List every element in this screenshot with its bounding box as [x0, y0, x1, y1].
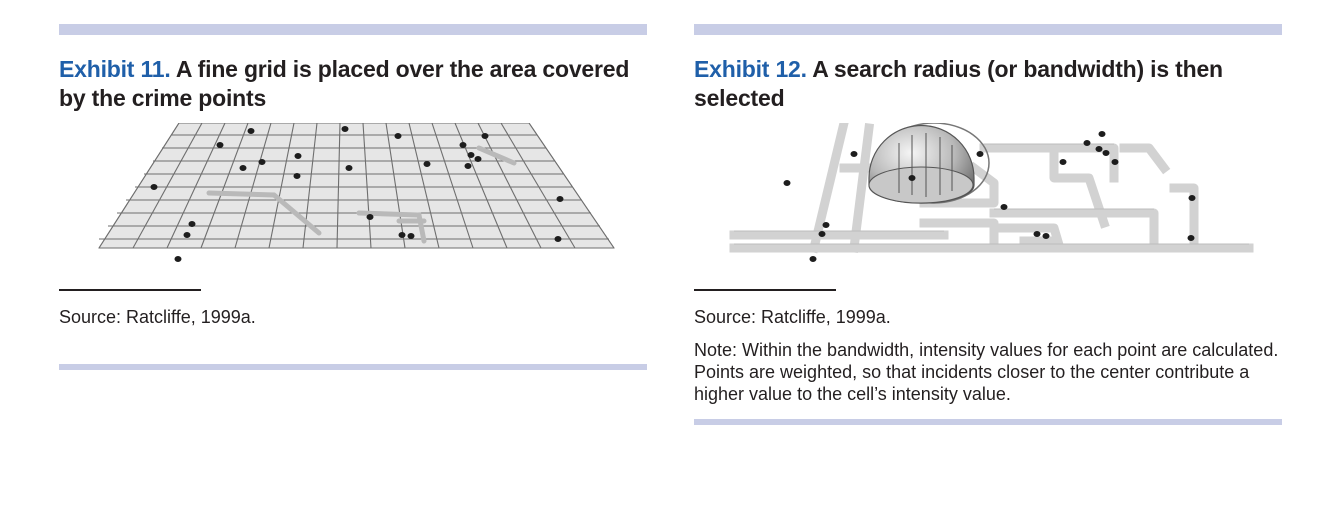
exhibit-11-source: Source: Ratcliffe, 1999a.: [59, 306, 256, 327]
bandwidth-map-svg: [729, 123, 1254, 262]
bottom-rule: [59, 363, 647, 370]
source-divider: [694, 289, 836, 291]
exhibit-11-title: Exhibit 11. A fine grid is placed over t…: [59, 55, 647, 113]
exhibit-12-note: Note: Within the bandwidth, intensity va…: [694, 339, 1279, 404]
page: Exhibit 11. A fine grid is placed over t…: [0, 0, 1328, 523]
exhibit-12-source: Source: Ratcliffe, 1999a.: [694, 306, 891, 327]
grid-map-svg: [98, 123, 615, 262]
exhibit-11: Exhibit 11. A fine grid is placed over t…: [59, 24, 647, 370]
top-rule: [59, 24, 647, 35]
exhibit-12: Exhibit 12. A search radius (or bandwidt…: [694, 24, 1282, 425]
bottom-rule: [694, 418, 1282, 425]
exhibit-12-number: Exhibit 12.: [694, 56, 807, 82]
exhibit-12-title: Exhibit 12. A search radius (or bandwidt…: [694, 55, 1282, 113]
exhibit-11-number: Exhibit 11.: [59, 56, 171, 82]
grid-map-illustration: [59, 123, 647, 273]
top-rule: [694, 24, 1282, 35]
bandwidth-map-illustration: [694, 123, 1282, 273]
source-divider: [59, 289, 201, 291]
